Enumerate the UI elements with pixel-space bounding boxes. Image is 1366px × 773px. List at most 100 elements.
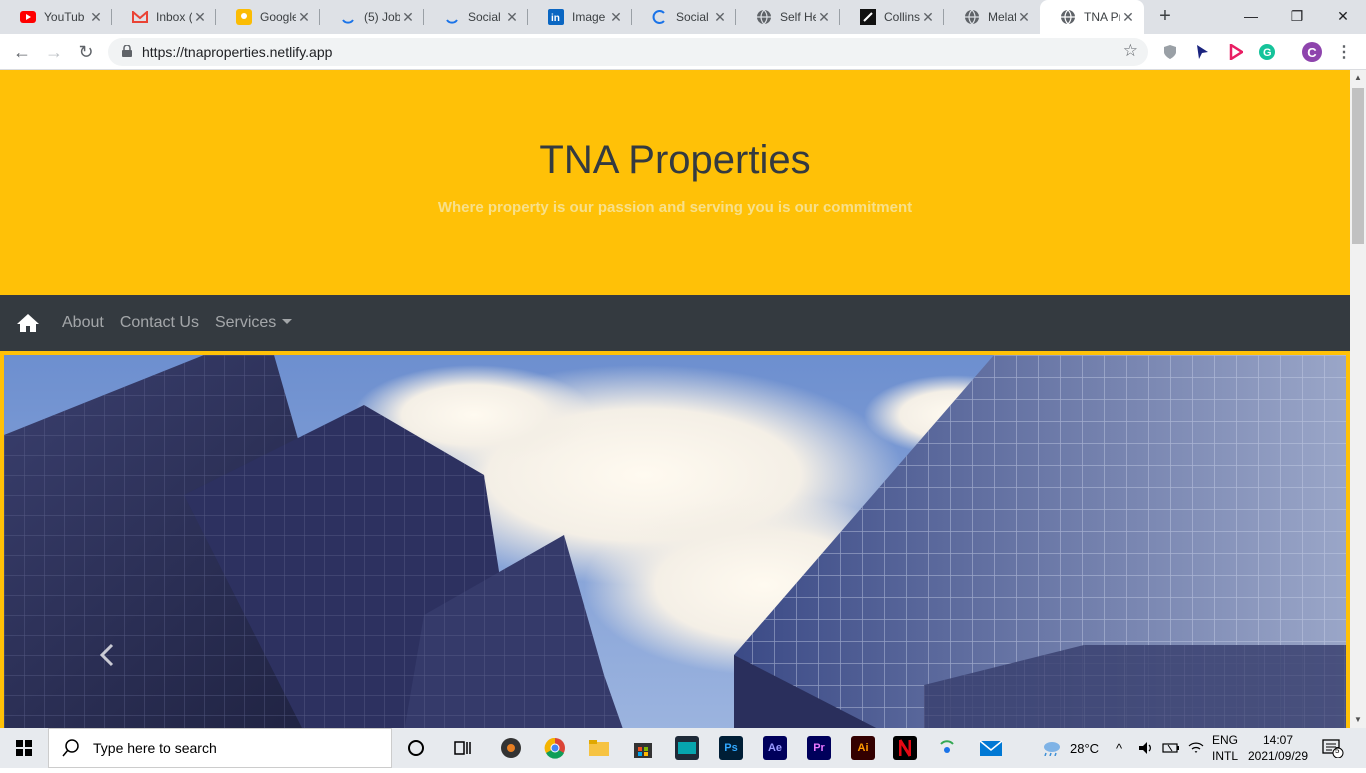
back-button[interactable]: ← [10,40,34,64]
menu-kebab-icon[interactable]: ⋮ [1334,42,1354,62]
weather-widget[interactable]: 28°C [1040,728,1099,768]
language-indicator[interactable]: ENG INTL [1212,728,1238,768]
action-center-button[interactable]: 5 [1322,728,1344,768]
notifications-icon [1322,739,1344,758]
clock[interactable]: 14:07 2021/09/29 [1248,728,1308,768]
grammarly-icon[interactable]: G [1257,42,1277,62]
browser-toolbar: ← → ↻ https://tnaproperties.netlify.app … [0,34,1366,70]
shield-extension-icon[interactable] [1160,42,1180,62]
nav-contact-link[interactable]: Contact Us [120,314,199,332]
tab-self-help[interactable]: Self He ✕ [736,0,840,34]
page-scrollbar[interactable]: ▲ ▼ [1350,70,1366,728]
cortana-icon[interactable] [404,736,428,760]
reload-button[interactable]: ↻ [74,40,98,64]
address-bar[interactable]: https://tnaproperties.netlify.app ☆ [108,38,1148,66]
close-icon[interactable]: ✕ [296,9,312,26]
caret-down-icon [282,319,293,324]
store-icon[interactable] [631,736,655,760]
tab-tna-properties[interactable]: TNA Pr ✕ [1040,0,1144,34]
windows-taskbar: Type here to search Ps Ae Pr Ai 28°C ^ E… [0,728,1366,768]
tab-title: Self He [780,10,816,24]
image-carousel [0,351,1350,728]
close-icon[interactable]: ✕ [920,9,936,26]
profile-avatar[interactable]: C [1302,42,1322,62]
clock-time: 14:07 [1262,733,1294,747]
clock-date: 2021/09/29 [1247,749,1309,763]
web-page: TNA Properties Where property is our pas… [0,70,1350,728]
lock-icon [122,44,132,57]
nav-services-dropdown[interactable]: Services [214,314,293,332]
photoshop-icon[interactable]: Ps [719,736,743,760]
premiere-icon[interactable]: Pr [807,736,831,760]
scroll-up-arrow[interactable]: ▲ [1350,70,1366,86]
close-icon[interactable]: ✕ [400,9,416,26]
tab-title: Inbox ( [156,10,192,24]
close-icon[interactable]: ✕ [1120,9,1136,26]
taskbar-search-box[interactable]: Type here to search [48,728,392,768]
svg-text:in: in [551,13,560,24]
site-title: TNA Properties [539,138,811,182]
volume-icon[interactable] [1138,728,1154,768]
collins-icon [860,9,876,25]
tab-title: TNA Pr [1084,10,1120,24]
weather-temp: 28°C [1070,740,1100,756]
close-icon[interactable]: ✕ [816,9,832,26]
close-icon[interactable]: ✕ [712,9,728,26]
tab-youtube[interactable]: YouTub ✕ [0,0,112,34]
show-hidden-icons-button[interactable]: ^ [1116,728,1122,768]
chrome-icon[interactable] [543,736,567,760]
video-editor-icon[interactable] [675,736,699,760]
search-icon [62,739,79,757]
illustrator-icon[interactable]: Ai [851,736,875,760]
tab-social-media-1[interactable]: Social M ✕ [424,0,528,34]
task-view-icon[interactable] [451,736,475,760]
scrollbar-thumb[interactable] [1352,88,1364,244]
close-icon[interactable]: ✕ [1016,9,1032,26]
cursor-extension-icon[interactable] [1192,42,1212,62]
nav-services-label: Services [214,314,277,331]
tab-jobs[interactable]: (5) Jobs ✕ [320,0,424,34]
tab-gmail[interactable]: Inbox ( ✕ [112,0,216,34]
scroll-down-arrow[interactable]: ▼ [1350,712,1366,728]
tab-title: Image [572,10,606,24]
loading-icon [444,9,460,25]
tab-google-keep[interactable]: Google ✕ [216,0,320,34]
site-tagline: Where property is our passion and servin… [437,199,913,216]
close-icon[interactable]: ✕ [504,9,520,26]
close-icon[interactable]: ✕ [88,9,104,26]
tab-title: Social M [468,10,504,24]
notification-count: 5 [1335,746,1340,755]
tab-melafri[interactable]: Melafri ✕ [944,0,1040,34]
network-app-icon[interactable] [935,736,959,760]
battery-icon[interactable] [1162,728,1180,768]
restore-button[interactable]: ❐ [1274,0,1320,34]
music-player-icon[interactable] [499,736,523,760]
forward-button[interactable]: → [42,40,66,64]
tab-collins[interactable]: Collins ✕ [840,0,944,34]
carousel-prev-button[interactable] [92,640,122,670]
start-button[interactable] [0,728,48,768]
home-icon[interactable] [16,313,40,333]
play-extension-icon[interactable] [1226,42,1246,62]
windows-logo-icon [16,740,32,756]
mail-icon[interactable] [979,736,1003,760]
globe-icon [964,9,980,25]
file-explorer-icon[interactable] [587,736,611,760]
google-keep-icon [236,9,252,25]
new-tab-button[interactable]: + [1153,5,1177,29]
minimize-button[interactable]: — [1228,0,1274,34]
search-placeholder: Type here to search [93,740,217,756]
tab-image[interactable]: in Image ✕ [528,0,632,34]
tab-title: (5) Jobs [364,10,400,24]
nav-about-link[interactable]: About [62,314,104,332]
tab-title: Collins [884,10,920,24]
globe-icon [756,9,772,25]
netflix-icon[interactable] [893,736,917,760]
tab-social-media-2[interactable]: Social M ✕ [632,0,736,34]
wifi-icon[interactable] [1188,728,1204,768]
bookmark-star-icon[interactable]: ☆ [1123,41,1138,61]
close-icon[interactable]: ✕ [608,9,624,26]
after-effects-icon[interactable]: Ae [763,736,787,760]
close-window-button[interactable]: ✕ [1320,0,1366,34]
close-icon[interactable]: ✕ [192,9,208,26]
